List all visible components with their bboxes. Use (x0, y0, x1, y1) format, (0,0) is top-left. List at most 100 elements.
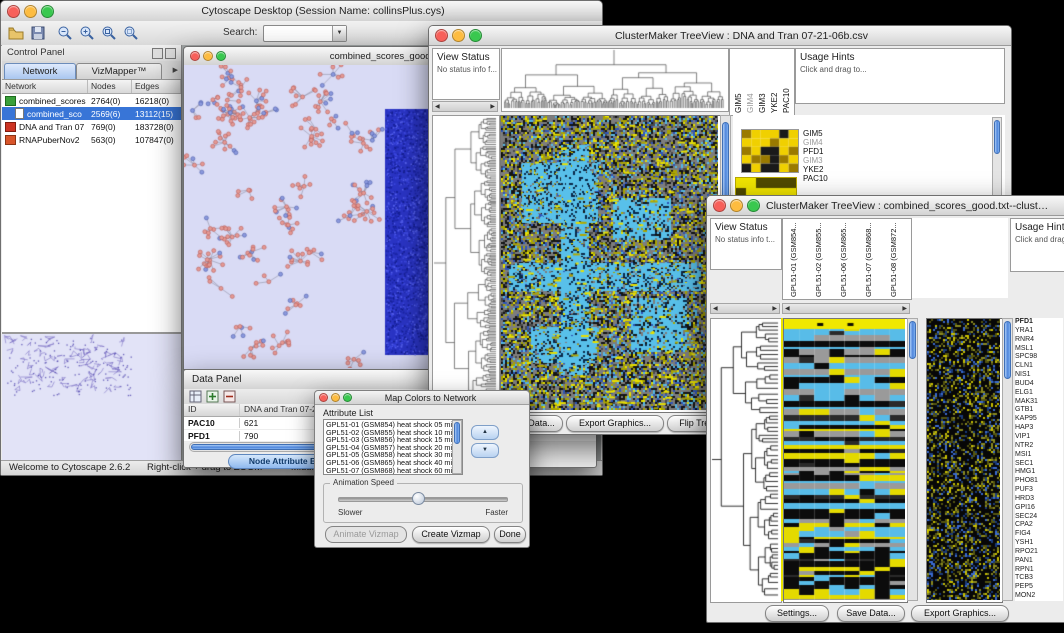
tab-network[interactable]: Network (4, 63, 76, 79)
zoom-window-icon[interactable] (41, 5, 54, 18)
gene-label[interactable]: MON2 (1015, 592, 1063, 601)
network-row[interactable]: combined_scores2764(0)16218(0) (2, 94, 181, 107)
scroll-right-icon[interactable]: ▶ (902, 305, 907, 312)
attribute-listbox[interactable]: GPL51-01 (GSM854) heat shock 05 minGPL51… (323, 419, 463, 475)
network-row[interactable]: combined_sco2569(6)13112(15) (2, 107, 181, 120)
dialog-titlebar[interactable]: Map Colors to Network (315, 391, 529, 405)
zoom-window-icon[interactable] (216, 51, 226, 61)
tab-vizmapper[interactable]: VizMapper™ (76, 63, 162, 79)
network-table-header[interactable]: Network Nodes Edges (2, 80, 181, 94)
gene-label[interactable]: FIG4 (1015, 530, 1063, 539)
gene-label[interactable]: CPA2 (1015, 521, 1063, 530)
export-graphics-button[interactable]: Export Graphics... (566, 415, 664, 432)
treeview-combined-titlebar[interactable]: ClusterMaker TreeView : combined_scores_… (707, 196, 1064, 216)
column-dendrogram-panel[interactable] (501, 48, 729, 112)
scroll-right-icon[interactable]: ▶ (490, 103, 495, 110)
navigator-hscroll[interactable]: ◀▶ (710, 303, 780, 314)
gene-label[interactable]: HAP3 (1015, 424, 1063, 433)
gene-label[interactable]: PAN1 (1015, 557, 1063, 566)
heatmap-hscroll[interactable]: ◀▶ (782, 303, 910, 314)
gene-label[interactable]: SEC1 (1015, 460, 1063, 469)
scrollbar-thumb[interactable] (1004, 321, 1011, 379)
heatmap-vscrollbar[interactable] (907, 318, 918, 601)
gene-label[interactable]: YSH1 (1015, 539, 1063, 548)
gene-label[interactable]: GPI16 (1015, 504, 1063, 513)
gene-label[interactable]: SPC98 (1015, 353, 1063, 362)
minimize-icon[interactable] (331, 393, 340, 402)
gene-label[interactable]: PHO81 (1015, 477, 1063, 486)
heatmap-panel[interactable] (500, 115, 721, 413)
zoom-in-icon[interactable] (79, 25, 95, 41)
dna-column-dendrogram-canvas[interactable] (502, 49, 726, 109)
export-graphics-button[interactable]: Export Graphics... (911, 605, 1009, 622)
main-titlebar[interactable]: Cytoscape Desktop (Session Name: collins… (1, 1, 602, 22)
animate-vizmap-button[interactable]: Animate Vizmap (325, 526, 407, 543)
gene-label[interactable]: GTB1 (1015, 406, 1063, 415)
close-icon[interactable] (319, 393, 328, 402)
gene-label[interactable]: TCB3 (1015, 574, 1063, 583)
open-session-icon[interactable] (8, 25, 24, 41)
gene-list-vscrollbar[interactable] (1002, 318, 1013, 601)
row-dendrogram-panel[interactable] (710, 318, 782, 603)
done-button[interactable]: Done (494, 526, 526, 543)
zoom-out-icon[interactable] (57, 25, 73, 41)
save-data-button[interactable]: Save Data... (837, 605, 905, 622)
zoom-window-icon[interactable] (343, 393, 352, 402)
column-id[interactable]: ID (184, 404, 240, 416)
network-row[interactable]: DNA and Tran 07769(0)183728(0) (2, 120, 181, 133)
search-input[interactable]: ▼ (263, 25, 347, 42)
gene-label[interactable]: PFD1 (1015, 318, 1063, 327)
dna-row-dendrogram-canvas[interactable] (433, 116, 497, 410)
gene-label[interactable]: VIP1 (1015, 433, 1063, 442)
birdseye-view[interactable] (2, 333, 181, 461)
float-panel-icon[interactable] (152, 48, 163, 59)
move-up-button[interactable]: ▲ (471, 425, 499, 440)
gene-label[interactable]: HMG1 (1015, 468, 1063, 477)
gene-label[interactable]: NIS1 (1015, 371, 1063, 380)
gene-label[interactable]: RPO21 (1015, 548, 1063, 557)
gene-label[interactable]: KAP95 (1015, 415, 1063, 424)
minimize-icon[interactable] (24, 5, 37, 18)
secondary-heatmap-panel[interactable] (926, 318, 1003, 603)
network-row[interactable]: RNAPuberNov2563(0)107847(0) (2, 133, 181, 146)
close-icon[interactable] (7, 5, 20, 18)
scrollbar-thumb[interactable] (994, 120, 1000, 154)
zoom-window-icon[interactable] (747, 199, 760, 212)
minimize-icon[interactable] (452, 29, 465, 42)
gene-label[interactable]: MSL1 (1015, 345, 1063, 354)
column-edges[interactable]: Edges (132, 80, 181, 93)
scrollbar-thumb[interactable] (454, 422, 460, 444)
gene-label[interactable]: ELG1 (1015, 389, 1063, 398)
gene-list[interactable]: PFD1YRA1RNR4MSL1SPC98CLN1NIS1BUD4ELG1MAK… (1015, 318, 1063, 601)
close-icon[interactable] (435, 29, 448, 42)
close-icon[interactable] (713, 199, 726, 212)
settings-button[interactable]: Settings... (765, 605, 829, 622)
dna-mini-heatmap-canvas[interactable] (741, 129, 799, 173)
gene-label[interactable]: RNR4 (1015, 336, 1063, 345)
treeview-dna-titlebar[interactable]: ClusterMaker TreeView : DNA and Tran 07-… (429, 26, 1011, 46)
scroll-left-icon[interactable]: ◀ (435, 103, 440, 110)
combined-heatmap2-canvas[interactable] (927, 319, 1000, 600)
gene-label[interactable]: PEP5 (1015, 583, 1063, 592)
combined-heatmap-canvas[interactable] (784, 319, 905, 600)
tabs-overflow-icon[interactable]: ▶ (173, 66, 178, 74)
list-item[interactable]: GPL51-07 (GSM868) heat shock 60 min (324, 467, 452, 475)
gene-label[interactable]: SEC24 (1015, 513, 1063, 522)
minimize-icon[interactable] (203, 51, 213, 61)
gene-label[interactable]: CLN1 (1015, 362, 1063, 371)
gene-label[interactable]: HRD3 (1015, 495, 1063, 504)
gene-label[interactable]: YRA1 (1015, 327, 1063, 336)
search-dropdown-icon[interactable]: ▼ (332, 26, 346, 41)
zoom-fit-icon[interactable] (101, 25, 117, 41)
gene-label[interactable]: NTR2 (1015, 442, 1063, 451)
zoom-window-icon[interactable] (469, 29, 482, 42)
create-vizmap-button[interactable]: Create Vizmap (412, 526, 490, 543)
gene-label[interactable]: MAK31 (1015, 398, 1063, 407)
column-network[interactable]: Network (2, 80, 88, 93)
minimize-icon[interactable] (730, 199, 743, 212)
speed-slider-thumb[interactable] (412, 492, 425, 505)
column-nodes[interactable]: Nodes (88, 80, 132, 93)
scroll-left-icon[interactable]: ◀ (713, 305, 718, 312)
gene-label[interactable]: RPN1 (1015, 566, 1063, 575)
zoom-selected-icon[interactable] (123, 25, 139, 41)
